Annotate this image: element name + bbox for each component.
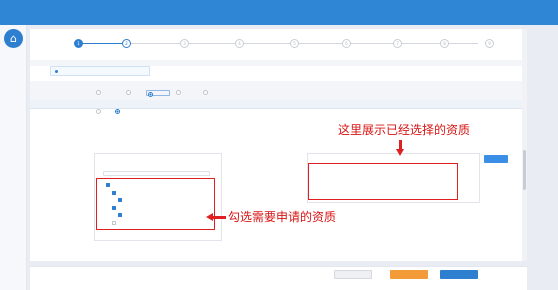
step-8-label (424, 50, 464, 55)
step-4: 4 (235, 39, 244, 48)
qualification-label (44, 155, 64, 160)
radio-icon[interactable] (126, 90, 131, 95)
progress-stepper: 1 2 3 4 5 6 7 8 9 (30, 38, 527, 58)
previous-info-box (50, 66, 150, 76)
step-3: 3 (180, 39, 189, 48)
step-2[interactable]: 2 (122, 39, 131, 48)
section-header (30, 100, 527, 109)
apply-type-option-3[interactable] (146, 90, 170, 97)
radio-icon[interactable] (148, 91, 153, 97)
selected-item (318, 185, 378, 190)
step-6: 6 (342, 39, 351, 48)
selected-item (318, 173, 378, 178)
step-5: 5 (290, 39, 299, 48)
annotation-arrow-down (396, 140, 404, 156)
step-6-label (326, 50, 366, 55)
radio-icon[interactable] (96, 90, 101, 95)
scrollbar-thumb[interactable] (523, 150, 526, 190)
dept-option-1[interactable] (96, 109, 113, 115)
apply-type-option-4[interactable] (176, 90, 195, 96)
step-2-label (106, 50, 146, 55)
step-5-label (274, 50, 314, 55)
step-8: 8 (440, 39, 449, 48)
clear-selected-button[interactable] (484, 155, 508, 163)
sidebar (0, 25, 27, 290)
annotation-right: 这里展示已经选择的资质 (338, 123, 471, 137)
step-4-label (219, 50, 259, 55)
qualification-search-input[interactable] (103, 171, 210, 176)
step-1-label (58, 50, 98, 55)
annotation-box-left (96, 178, 215, 230)
step-7-label (377, 50, 417, 55)
annotation-left: 勾选需要申请的资质 (228, 210, 337, 224)
app-title (30, 6, 130, 18)
dept-label (44, 110, 64, 115)
stepper-track (78, 43, 478, 44)
stepper-track-progress (78, 43, 126, 44)
apply-type-label (44, 91, 64, 96)
apply-type-option-5[interactable] (203, 90, 222, 96)
top-bar (0, 0, 558, 25)
radio-icon[interactable] (115, 109, 120, 114)
remove-link[interactable] (489, 173, 497, 178)
step-9-label (469, 50, 509, 55)
next-step-button[interactable] (440, 270, 478, 279)
section-title (36, 102, 56, 107)
apply-type-option-2[interactable] (126, 90, 145, 96)
scrollbar-track[interactable] (522, 29, 527, 261)
step-9: 9 (485, 39, 494, 48)
info-dot (55, 70, 58, 73)
radio-icon[interactable] (176, 90, 181, 95)
step-3-label (164, 50, 204, 55)
apply-type-option-1[interactable] (96, 90, 115, 96)
annotation-arrow-left (206, 213, 226, 221)
previous-step-button[interactable] (390, 270, 428, 279)
house-icon[interactable]: ⌂ (4, 29, 23, 48)
radio-icon[interactable] (96, 109, 101, 114)
remove-link[interactable] (489, 185, 497, 190)
radio-icon[interactable] (203, 90, 208, 95)
step-1[interactable]: 1 (74, 39, 83, 48)
annotation-box-right (308, 163, 458, 200)
step-7: 7 (393, 39, 402, 48)
dept-option-2[interactable] (115, 109, 142, 115)
home-label[interactable] (0, 50, 27, 56)
cancel-button[interactable] (334, 270, 372, 279)
